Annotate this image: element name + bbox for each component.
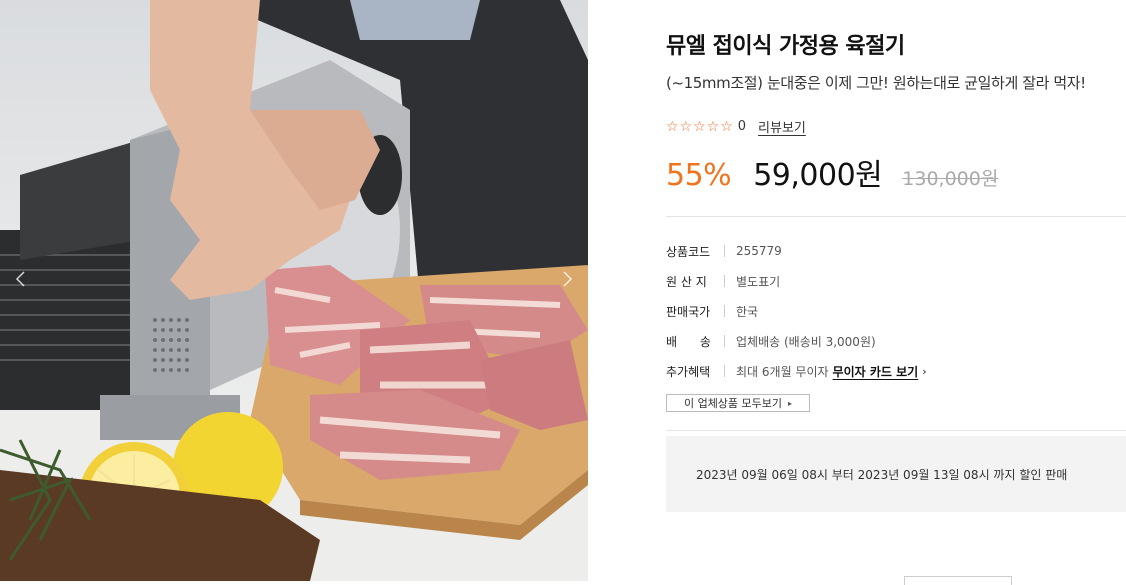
review-count: 0 <box>737 119 747 134</box>
spec-label: 원 산 지 <box>666 274 707 289</box>
product-image[interactable] <box>0 0 588 581</box>
divider <box>666 430 1126 431</box>
spec-separator <box>724 335 725 347</box>
price-row: 55% 59,000원 130,000원 <box>666 150 998 194</box>
star-outline-icon: ☆☆☆☆☆ <box>666 118 734 135</box>
spec-value: 최대 6개월 무이자 <box>736 364 829 379</box>
spec-separator <box>724 305 725 317</box>
review-link[interactable]: 리뷰보기 <box>758 117 806 136</box>
spec-value: 255779 <box>736 244 782 258</box>
spec-label: 추가혜택 <box>666 364 711 379</box>
view-all-vendor-products-button[interactable]: 이 업체상품 모두보기 ▸ <box>666 394 810 412</box>
spec-list: 상품코드 255779 원 산 지 별도표기 판매국가 한국 배 송 업체배송 … <box>666 236 1126 386</box>
spec-separator <box>724 245 725 257</box>
product-subtitle: (~15mm조절) 눈대중은 이제 그만! 원하는대로 균일하게 잘라 먹자! <box>666 74 1086 92</box>
spec-separator <box>724 275 725 287</box>
spec-separator <box>724 365 725 377</box>
sale-period-box: 2023년 09월 06일 08시 부터 2023년 09월 13일 08시 까… <box>666 436 1126 512</box>
divider <box>666 216 1126 217</box>
chevron-right-icon[interactable] <box>556 268 578 290</box>
spec-value: 한국 <box>736 304 759 319</box>
spec-row-benefit: 추가혜택 최대 6개월 무이자 무이자 카드 보기 › <box>666 356 1126 386</box>
chevron-right-icon[interactable]: › <box>922 365 926 378</box>
chevron-left-icon[interactable] <box>10 268 32 290</box>
product-photo <box>0 0 588 581</box>
caret-right-icon: ▸ <box>788 398 793 408</box>
spec-label: 상품코드 <box>666 244 711 259</box>
spec-row-shipping: 배 송 업체배송 (배송비 3,000원) <box>666 326 1126 356</box>
vendor-button-label: 이 업체상품 모두보기 <box>683 397 783 410</box>
spec-row-origin: 원 산 지 별도표기 <box>666 266 1126 296</box>
spec-label: 배 송 <box>666 334 711 349</box>
spec-value: 별도표기 <box>736 274 781 289</box>
spec-label: 판매국가 <box>666 304 711 319</box>
sale-period-text: 2023년 09월 06일 08시 부터 2023년 09월 13일 08시 까… <box>696 467 1068 482</box>
rating-row: ☆☆☆☆☆ 0 리뷰보기 <box>666 117 806 137</box>
discount-rate: 55% <box>666 158 732 193</box>
sale-price: 59,000원 <box>753 158 883 193</box>
spec-value: 업체배송 (배송비 3,000원) <box>736 334 876 349</box>
spec-row-code: 상품코드 255779 <box>666 236 1126 266</box>
original-price: 130,000원 <box>902 168 999 190</box>
interest-free-card-link[interactable]: 무이자 카드 보기 <box>833 363 919 380</box>
product-title: 뮤엘 접이식 가정용 육절기 <box>666 34 905 59</box>
spec-row-country: 판매국가 한국 <box>666 296 1126 326</box>
